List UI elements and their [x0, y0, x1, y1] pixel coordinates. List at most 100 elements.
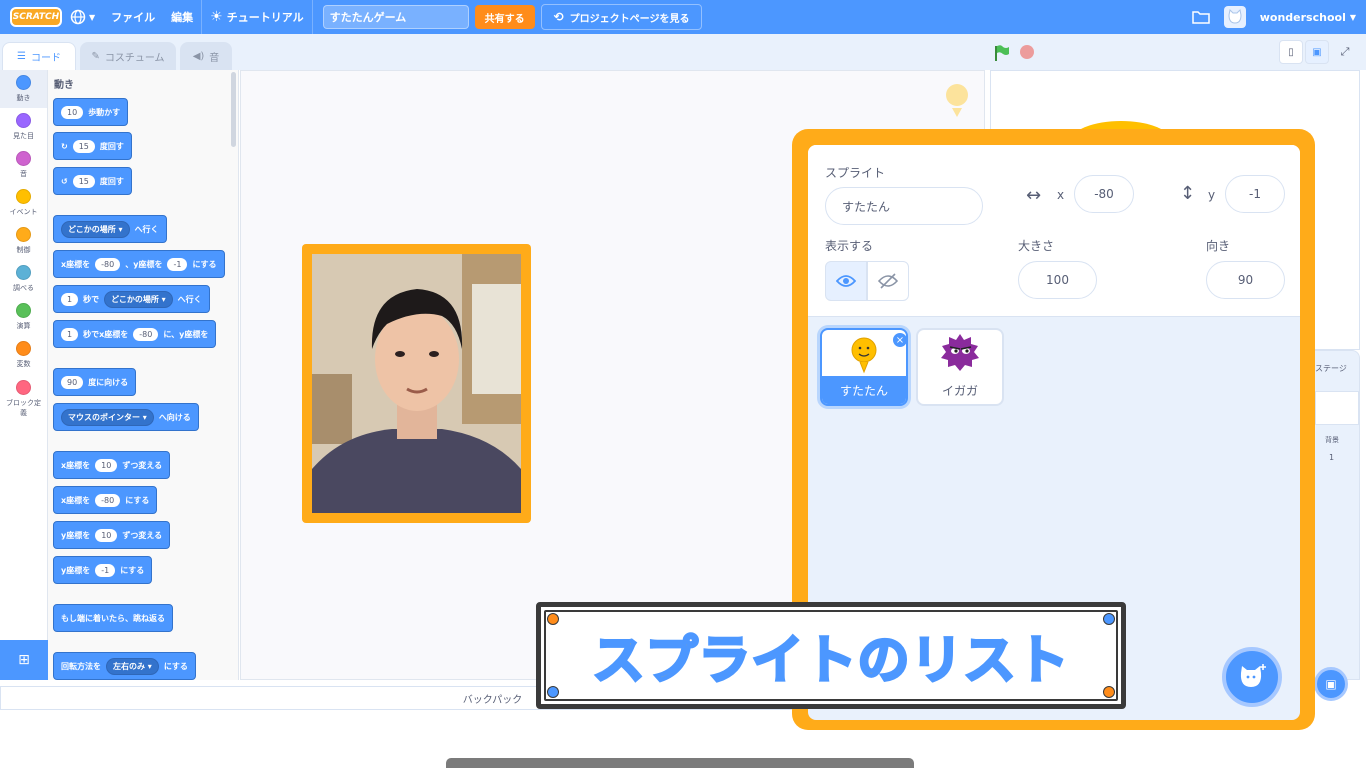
category-variables[interactable]: 変数 [0, 336, 47, 374]
category-operators[interactable]: 演算 [0, 298, 47, 336]
block-input[interactable]: -1 [95, 563, 116, 577]
show-label: 表示する [825, 239, 874, 253]
block-text: ずつ変える [122, 460, 163, 470]
hide-button[interactable] [867, 261, 909, 301]
normal-stage-button[interactable]: ▣ [1305, 40, 1329, 64]
category-events[interactable]: イベント [0, 184, 47, 222]
file-menu[interactable]: ファイル [103, 0, 163, 34]
control-dot-icon [16, 227, 31, 242]
add-sprite-button[interactable] [1222, 647, 1282, 707]
sound-dot-icon [16, 151, 31, 166]
caption-banner: スプライトのリスト [536, 602, 1126, 709]
block-input[interactable]: -80 [133, 327, 159, 341]
category-label: 変数 [16, 360, 31, 368]
glide-block[interactable]: 1 秒で どこかの場所 ▾ へ行く [53, 285, 210, 313]
rotation-style-block[interactable]: 回転方法を 左右のみ ▾ にする [53, 652, 196, 680]
folder-icon[interactable] [1192, 10, 1210, 24]
stop-icon[interactable] [1020, 45, 1034, 59]
stage-tab-label: ステージ [1315, 364, 1347, 373]
chevron-down-icon: ▼ [89, 12, 96, 22]
point-direction-block[interactable]: 90 度に向ける [53, 368, 137, 396]
show-button[interactable] [825, 261, 867, 301]
variables-dot-icon [16, 341, 31, 356]
block-input[interactable]: 10 [95, 528, 118, 542]
category-label: ブロック定義 [6, 399, 41, 417]
see-project-page-button[interactable]: ⟲ プロジェクトページを見る [540, 4, 703, 30]
tab-code[interactable]: ☰ コード [2, 42, 76, 70]
see-project-label: プロジェクトページを見る [569, 13, 690, 25]
turn-right-block[interactable]: ↻ 15 度回す [53, 132, 132, 160]
refresh-icon: ⟲ [553, 10, 564, 24]
x-input[interactable]: -80 [1074, 175, 1134, 213]
chevron-down-icon[interactable]: ▼ [1350, 13, 1356, 22]
block-dropdown[interactable]: どこかの場所 ▾ [61, 220, 130, 238]
language-menu[interactable]: ▼ [62, 0, 103, 34]
sprite-tile-igaga[interactable]: イガガ [916, 328, 1004, 406]
fullscreen-button[interactable]: ⤢ [1333, 40, 1357, 64]
move-steps-block[interactable]: 10 歩動かす [53, 98, 129, 126]
sprite-name-input[interactable]: すたたん [825, 187, 983, 225]
username[interactable]: wonderschool [1260, 11, 1346, 24]
category-label: 調べる [13, 284, 34, 292]
category-control[interactable]: 制御 [0, 222, 47, 260]
code-icon: ☰ [17, 51, 26, 62]
green-flag-icon[interactable] [993, 44, 1011, 66]
block-dropdown[interactable]: マウスのポインター ▾ [61, 408, 154, 426]
account-area: wonderschool ▼ [1192, 0, 1356, 34]
block-dropdown[interactable]: どこかの場所 ▾ [104, 290, 173, 308]
turn-left-block[interactable]: ↺ 15 度回す [53, 167, 132, 195]
rotate-right-icon: ↻ [61, 141, 68, 151]
goto-xy-block[interactable]: x座標を -80 、y座標を -1 にする [53, 250, 225, 278]
block-input[interactable]: 1 [61, 327, 79, 341]
tutorial-menu[interactable]: ☀ チュートリアル [202, 0, 311, 34]
block-input[interactable]: -80 [95, 493, 121, 507]
category-my-blocks[interactable]: ブロック定義 [0, 374, 47, 424]
palette-heading: 動き [54, 80, 74, 91]
category-sound[interactable]: 音 [0, 146, 47, 184]
project-title-input[interactable]: すたたんゲーム [322, 5, 469, 29]
set-y-block[interactable]: y座標を -1 にする [53, 556, 153, 584]
category-sensing[interactable]: 調べる [0, 260, 47, 298]
bounce-block[interactable]: もし端に着いたら、跳ね返る [53, 604, 173, 632]
block-input[interactable]: 15 [72, 139, 95, 153]
edit-menu[interactable]: 編集 [163, 0, 201, 34]
image-plus-icon: ▣ [1325, 677, 1337, 691]
glide-xy-block[interactable]: 1 秒でx座標を -80 に、y座標を [53, 320, 217, 348]
backdrop-count: 1 [1329, 453, 1335, 462]
point-towards-block[interactable]: マウスのポインター ▾ へ向ける [53, 403, 199, 431]
editor-tabs: ☰ コード ✎ コスチューム ◀) 音 [0, 34, 990, 70]
direction-input[interactable]: 90 [1206, 261, 1285, 299]
block-input[interactable]: 10 [95, 458, 118, 472]
delete-sprite-button[interactable]: × [892, 332, 906, 348]
change-y-block[interactable]: y座標を 10 ずつ変える [53, 521, 171, 549]
rotate-left-icon: ↺ [61, 176, 68, 186]
y-input[interactable]: -1 [1225, 175, 1285, 213]
block-input[interactable]: 15 [72, 174, 95, 188]
share-button[interactable]: 共有する [474, 5, 535, 29]
set-x-block[interactable]: x座標を -80 にする [53, 486, 158, 514]
sprite-tile-sutatan[interactable]: × すたたん [820, 328, 908, 406]
small-stage-button[interactable]: ▯ [1279, 40, 1303, 64]
size-input[interactable]: 100 [1018, 261, 1097, 299]
palette-scrollbar[interactable] [231, 72, 236, 147]
goto-block[interactable]: どこかの場所 ▾ へ行く [53, 215, 167, 243]
add-backdrop-button[interactable]: ▣ [1314, 667, 1348, 701]
add-extension-button[interactable]: ⊞ [0, 640, 48, 680]
block-input[interactable]: -80 [95, 257, 121, 271]
change-x-block[interactable]: x座標を 10 ずつ変える [53, 451, 171, 479]
igaga-sprite-icon [941, 334, 979, 371]
block-input[interactable]: 90 [61, 375, 84, 389]
category-motion[interactable]: 動き [0, 70, 47, 108]
cat-plus-icon [1240, 664, 1266, 687]
blue-rivet-icon [1103, 613, 1115, 625]
scratch-logo[interactable]: SCRATCH [10, 7, 62, 27]
block-text: 回転方法を [61, 661, 101, 671]
category-looks[interactable]: 見た目 [0, 108, 47, 146]
tab-costume[interactable]: ✎ コスチューム [80, 42, 176, 70]
block-dropdown[interactable]: 左右のみ ▾ [106, 657, 159, 675]
avatar[interactable] [1223, 6, 1246, 28]
block-input[interactable]: -1 [167, 257, 188, 271]
tab-sound[interactable]: ◀) 音 [180, 42, 232, 70]
block-input[interactable]: 1 [61, 292, 79, 306]
block-input[interactable]: 10 [61, 105, 84, 119]
